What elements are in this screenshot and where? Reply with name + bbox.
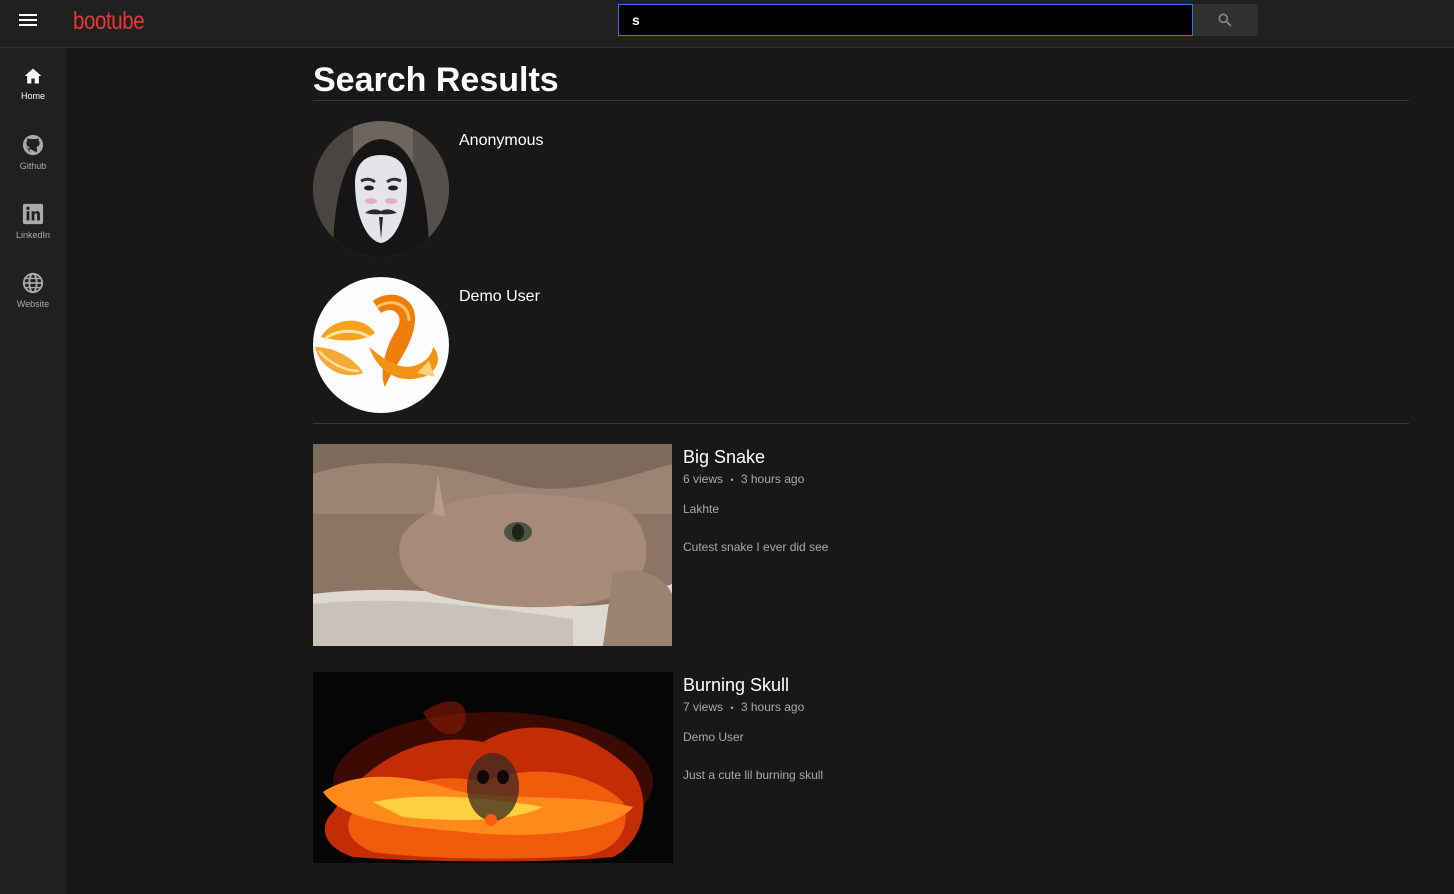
avatar[interactable]: [313, 277, 449, 413]
search-button[interactable]: [1193, 4, 1258, 36]
sidebar-item-label: Home: [20, 91, 45, 101]
top-bar: bootube s: [0, 0, 1454, 48]
video-thumbnail[interactable]: [313, 444, 672, 646]
page-title: Search Results: [313, 61, 559, 99]
sidebar: Home Github LinkedIn Website: [0, 48, 66, 894]
globe-icon: [22, 272, 44, 294]
sidebar-item-label: Github: [19, 161, 47, 171]
sidebar-item-website[interactable]: Website: [0, 272, 66, 332]
upload-age: 3 hours ago: [740, 700, 805, 714]
sidebar-item-label: LinkedIn: [15, 230, 51, 240]
user-name[interactable]: Anonymous: [459, 132, 544, 150]
sidebar-item-home[interactable]: Home: [0, 66, 66, 126]
video-result[interactable]: Burning Skull 7 views • 3 hours ago Demo…: [313, 672, 1213, 863]
video-description: Cutest snake I ever did see: [683, 540, 829, 554]
divider: [313, 423, 1409, 424]
video-thumbnail[interactable]: [313, 672, 673, 863]
hamburger-menu-icon[interactable]: [18, 12, 40, 34]
meta-separator: •: [730, 475, 734, 485]
view-count: 7 views: [683, 700, 724, 714]
channel-name[interactable]: Lakhte: [683, 502, 719, 516]
meta-separator: •: [730, 703, 734, 713]
sidebar-item-github[interactable]: Github: [0, 134, 66, 194]
view-count: 6 views: [683, 472, 724, 486]
user-result[interactable]: Demo User: [313, 277, 713, 413]
video-title[interactable]: Burning Skull: [683, 675, 789, 696]
home-icon: [24, 68, 42, 84]
video-title[interactable]: Big Snake: [683, 447, 765, 468]
avatar[interactable]: [313, 121, 449, 257]
divider: [313, 100, 1409, 101]
user-name[interactable]: Demo User: [459, 288, 540, 306]
video-meta: 6 views • 3 hours ago: [683, 472, 804, 486]
search-input[interactable]: s: [618, 4, 1193, 36]
video-meta: 7 views • 3 hours ago: [683, 700, 804, 714]
app-logo[interactable]: bootube: [73, 7, 145, 36]
channel-name[interactable]: Demo User: [683, 730, 744, 744]
sidebar-item-linkedin[interactable]: LinkedIn: [0, 203, 66, 263]
github-icon: [22, 134, 44, 156]
search-icon: [1218, 13, 1232, 27]
user-result[interactable]: Anonymous: [313, 121, 713, 257]
video-result[interactable]: Big Snake 6 views • 3 hours ago Lakhte C…: [313, 444, 1213, 646]
sidebar-item-label: Website: [16, 299, 50, 309]
linkedin-icon: [22, 203, 44, 225]
upload-age: 3 hours ago: [740, 472, 805, 486]
video-description: Just a cute lil burning skull: [683, 768, 824, 782]
